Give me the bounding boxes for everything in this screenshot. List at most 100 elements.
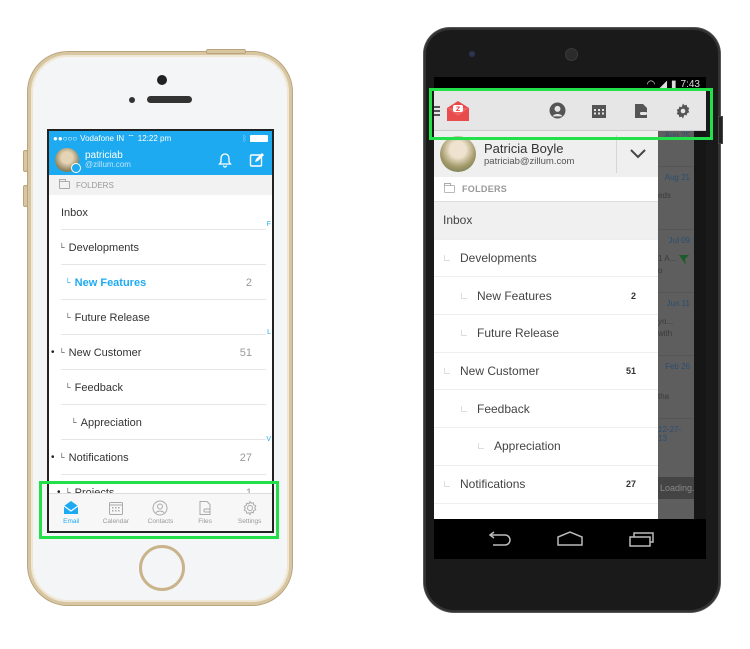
folder-item[interactable]: • └ New Customer 51 (49, 335, 272, 370)
ios-folder-list: Inbox └ Developments └ New Features 2 └ Future … (49, 195, 272, 510)
folder-name: Future Release (74, 311, 150, 324)
subfolder-indent-icon: └ (65, 313, 71, 322)
mail-date: Jun 11 (666, 299, 690, 308)
bell-icon[interactable] (216, 151, 234, 169)
carrier-label: Vodafone IN (80, 133, 125, 143)
status-time: 12:22 pm (137, 133, 172, 143)
loading-indicator: Loading... (658, 477, 700, 499)
folder-item[interactable]: New Features 2 (434, 277, 658, 316)
screen-edge (694, 131, 706, 519)
subfolder-indent-icon (461, 405, 467, 412)
folder-name: Inbox (61, 206, 88, 219)
folder-name: New Customer (460, 364, 540, 379)
folder-icon (444, 183, 455, 193)
volume-up-button (23, 150, 28, 172)
avatar[interactable] (440, 136, 476, 172)
wifi-icon: ⌔ (127, 133, 135, 142)
mail-row: Jul 09 1 A... o (658, 230, 694, 293)
folders-label: FOLDERS (76, 180, 114, 190)
mail-snippet: eds (658, 191, 671, 200)
folder-name: Future Release (477, 326, 560, 341)
folder-name: Notifications (68, 451, 129, 464)
folder-item[interactable]: └ Feedback (49, 370, 272, 405)
background-peek-letter: L (267, 329, 271, 336)
mail-snippet: yo... (658, 317, 674, 326)
folder-item[interactable]: • └ Notifications 27 (49, 440, 272, 475)
folder-item[interactable]: Notifications 27 (434, 466, 658, 504)
mail-snippet: 1 A... (658, 254, 677, 263)
ios-status-bar: ●●○○○ Vodafone IN ⌔ 12:22 pm ᛒ (49, 131, 272, 145)
android-folder-list: Inbox Developments New Features 2 Future Rel… (434, 202, 658, 504)
earpiece-speaker (565, 48, 578, 61)
folder-name: New Features (477, 288, 552, 303)
profile-email: patriciab@zillum.com (484, 156, 575, 168)
folder-item[interactable]: └ New Features 2 (49, 265, 272, 300)
front-camera (469, 51, 475, 57)
folder-item[interactable]: Future Release (434, 315, 658, 353)
folder-name: Feedback (477, 401, 530, 416)
subfolder-indent-icon (444, 368, 450, 375)
account-dropdown-button[interactable] (616, 135, 658, 173)
folder-item[interactable]: Inbox (434, 202, 658, 240)
unread-count: 27 (239, 451, 252, 464)
subfolder-indent-icon (444, 255, 450, 262)
folder-item[interactable]: Feedback (434, 390, 658, 429)
subfolder-indent-icon: └ (59, 243, 65, 252)
mail-snippet-secondary: tha (658, 392, 670, 401)
folder-name: Notifications (460, 477, 526, 492)
chevron-down-icon (629, 149, 646, 159)
folders-label: FOLDERS (462, 184, 508, 194)
recents-icon[interactable] (627, 531, 655, 547)
folder-item[interactable]: New Customer 51 (434, 353, 658, 391)
folder-icon (59, 179, 70, 189)
proximity-sensor (129, 97, 135, 103)
unread-count: 27 (625, 479, 636, 490)
subfolder-indent-icon (461, 292, 467, 299)
subfolder-indent-icon: └ (65, 278, 71, 287)
front-camera (157, 75, 167, 85)
power-button (206, 49, 246, 54)
battery-icon (250, 134, 268, 142)
ios-header: patriciab @zillum.com (49, 145, 272, 175)
mail-date: Aug 21 (664, 173, 690, 182)
volume-down-button (23, 185, 28, 207)
unread-count: 2 (245, 276, 252, 289)
folder-item[interactable]: └ Appreciation (49, 405, 272, 440)
folder-name: Inbox (443, 213, 473, 228)
folder-name: Appreciation (80, 416, 142, 429)
folder-name: Appreciation (494, 439, 561, 454)
compose-icon[interactable] (248, 151, 266, 169)
account-switcher[interactable]: patriciab @zillum.com (85, 150, 202, 170)
folders-section-header: FOLDERS (49, 175, 272, 195)
folder-name: Feedback (74, 381, 123, 394)
back-icon[interactable] (485, 531, 513, 547)
subfolder-indent-icon (444, 481, 450, 488)
folder-name: Developments (460, 251, 537, 266)
folder-item[interactable]: └ Developments (49, 230, 272, 265)
mail-date: Jul 09 (668, 236, 690, 245)
user-email: @zillum.com (85, 160, 131, 170)
folder-item[interactable]: Appreciation (434, 428, 658, 466)
folder-item[interactable]: Developments (434, 240, 658, 278)
home-button[interactable] (139, 545, 185, 591)
android-nav-bar (434, 519, 706, 559)
mail-date: 12-27-13 (658, 425, 682, 443)
background-peek-letter: V (266, 436, 271, 443)
subfolder-indent-icon: └ (59, 348, 65, 357)
unread-bullet: • (51, 452, 55, 463)
subfolder-indent-icon: └ (71, 418, 77, 427)
navigation-drawer: Patricia Boyle patriciab@zillum.com FOLD… (434, 131, 658, 519)
background-mail-list: Aug 25 Aug 21 eds Jul 09 1 A... o Jun 11 yo... w… (658, 131, 694, 519)
folder-item[interactable]: Inbox (49, 195, 272, 230)
mail-date: Feb 26 (665, 362, 690, 371)
subfolder-indent-icon: └ (65, 383, 71, 392)
avatar[interactable] (55, 148, 81, 173)
mail-snippet-secondary: with (658, 329, 673, 338)
flag-icon (679, 255, 689, 265)
highlight-android-toolbar (429, 88, 713, 140)
folder-item[interactable]: └ Future Release (49, 300, 272, 335)
unread-count: 51 (625, 366, 636, 377)
home-icon[interactable] (556, 531, 584, 547)
subfolder-indent-icon (461, 330, 467, 337)
subfolder-indent-icon (478, 443, 484, 450)
